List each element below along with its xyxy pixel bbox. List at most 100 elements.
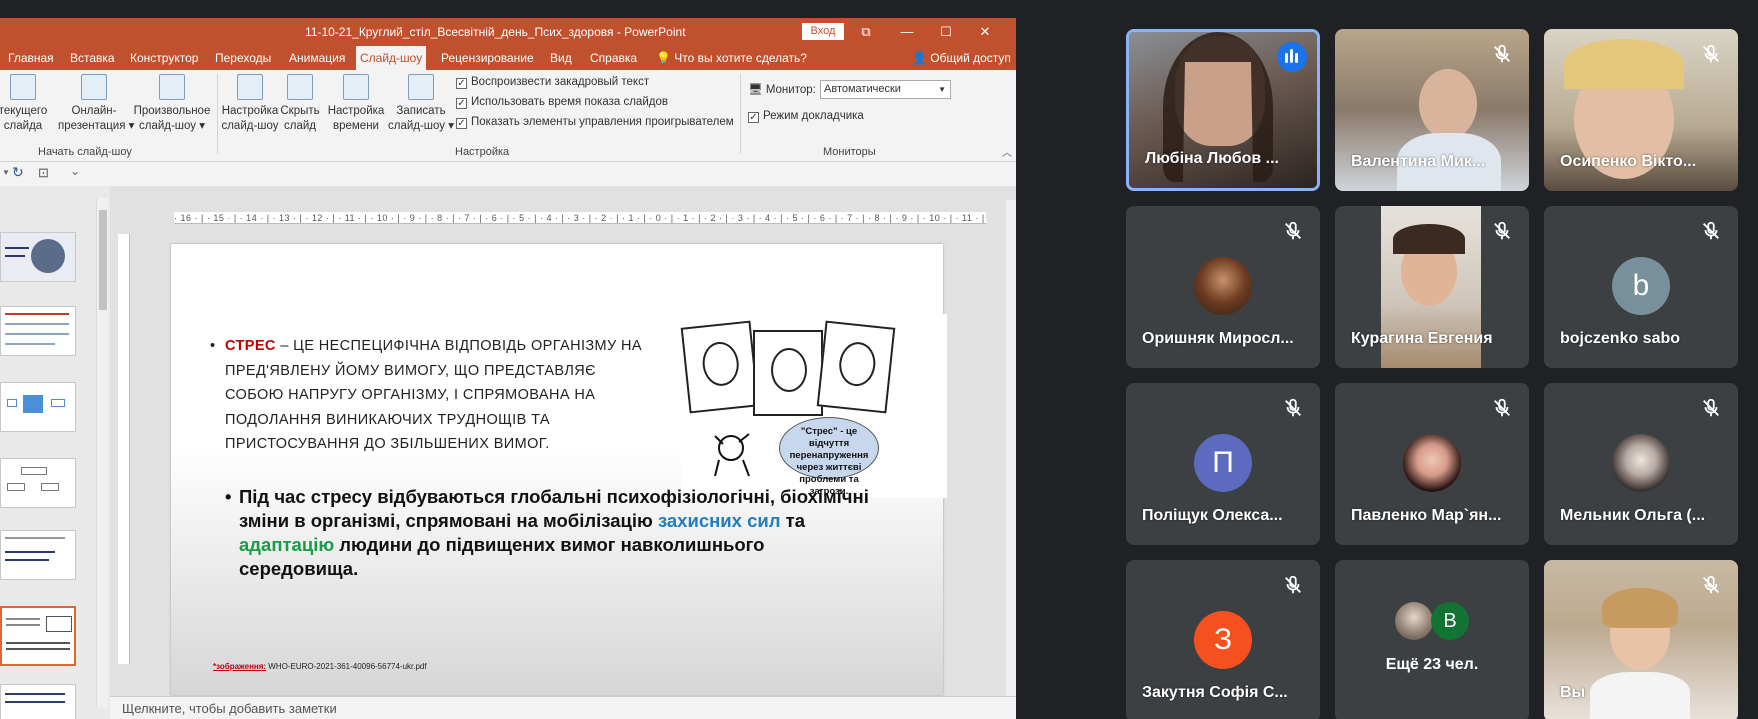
tell-me-search[interactable]: 💡 Что вы хотите сделать? (652, 46, 811, 70)
thumbnail-line (5, 559, 49, 561)
current-slide[interactable]: • СТРЕС – ЦЕ НЕСПЕЦИФІЧНА ВІДПОВІДЬ ОРГА… (171, 244, 947, 695)
notes-placeholder: Щелкните, чтобы добавить заметки (122, 701, 337, 716)
participant-tile[interactable]: З Закутня Софія С... (1126, 560, 1320, 719)
participant-name: Мельник Ольга (... (1560, 507, 1706, 524)
hide-slide-icon (287, 74, 313, 100)
mic-off-icon (1494, 398, 1510, 417)
tab-animations[interactable]: Анимация (285, 46, 349, 70)
record-slideshow-button[interactable]: Записать слайд-шоу ▾ (386, 74, 456, 134)
participant-tile[interactable]: Павленко Мар`ян... (1335, 383, 1529, 545)
lightbulb-icon: 💡 (656, 51, 671, 65)
rehearse-timings-button[interactable]: Настройка времени (326, 74, 386, 134)
participant-tile[interactable]: Валентина Мик... (1335, 29, 1529, 191)
thumbnail-line (5, 255, 25, 257)
mic-off-icon (1703, 398, 1719, 417)
participant-tile[interactable]: Любіна Любов ... (1126, 29, 1320, 191)
mic-off-icon (1494, 44, 1510, 63)
slide-thumbnail[interactable] (0, 530, 76, 580)
mic-off-icon (1703, 44, 1719, 63)
online-presentation-button[interactable]: Онлайн- презентация ▾ (58, 74, 134, 134)
more-participants-tile[interactable]: В Ещё 23 чел. (1335, 560, 1529, 719)
share-button[interactable]: 👤 Общий доступ (912, 46, 1011, 70)
signin-button[interactable]: Вход (802, 23, 844, 40)
stress-process-text: • Під час стресу відбуваються глобальні … (225, 485, 869, 581)
collapse-ribbon-icon[interactable]: ︿ (1002, 144, 1012, 159)
tell-me-label: Что вы хотите сделать? (674, 51, 807, 65)
participant-name: Любіна Любов ... (1145, 150, 1279, 167)
slide-thumbnail[interactable] (0, 382, 76, 432)
button-label-line1: текущего (0, 105, 48, 117)
ribbon-separator (740, 74, 741, 154)
checkbox-label: Показать элементы управления проигрывате… (471, 116, 734, 128)
slide-thumbnail[interactable] (0, 306, 76, 356)
participant-tile[interactable]: Курагина Евгения (1335, 206, 1529, 368)
button-label-line2: слайд (284, 120, 316, 132)
quick-access-toolbar: ▼ ↻ ⊡ ⌄ (0, 162, 1016, 186)
mic-off-icon (1703, 221, 1719, 240)
thumbnail-line (5, 693, 65, 695)
slide-thumbnail-selected[interactable] (0, 606, 76, 666)
notes-pane[interactable]: Щелкните, чтобы добавить заметки (110, 696, 1016, 719)
present-icon[interactable]: ⊡ (38, 165, 49, 181)
close-icon[interactable]: ✕ (975, 22, 995, 42)
participant-tile[interactable]: b bojczenko sabo (1544, 206, 1738, 368)
checkmark-icon: ✓ (748, 112, 759, 123)
customize-icon[interactable]: ⌄ (70, 164, 80, 178)
speech-bubble: "Стрес" - це відчуття перенапруження чер… (779, 417, 879, 497)
tab-slideshow[interactable]: Слайд-шоу (356, 46, 427, 70)
monitor-label: 🖥 Монитор: (748, 82, 816, 96)
custom-slideshow-button[interactable]: Произвольное слайд-шоу ▾ (132, 74, 212, 134)
stress-cartoon-image: "Стрес" - це відчуття перенапруження чер… (680, 314, 947, 498)
slide-thumbnail[interactable] (0, 458, 76, 508)
mic-off-icon (1494, 221, 1510, 240)
use-timings-checkbox[interactable]: ✓ Использовать время показа слайдов (456, 96, 668, 109)
participant-tile[interactable]: Оришняк Миросл... (1126, 206, 1320, 368)
from-current-slide-button[interactable]: текущего слайда (0, 74, 48, 134)
globe-icon (81, 74, 107, 100)
button-label-line1: Произвольное (133, 105, 211, 117)
tab-review[interactable]: Рецензирование (437, 46, 538, 70)
participant-video-hair (1393, 224, 1465, 254)
checkbox-label: Использовать время показа слайдов (471, 96, 668, 108)
thumbnail-line (5, 551, 55, 553)
play-narrations-checkbox[interactable]: ✓ Воспроизвести закадровый текст (456, 76, 649, 89)
thumbnail-line (6, 624, 40, 626)
dropdown-icon[interactable]: ▼ (2, 168, 10, 177)
tab-transitions[interactable]: Переходы (211, 46, 275, 70)
self-view-tile[interactable]: Вы (1544, 560, 1738, 719)
thumbnail-line (5, 343, 55, 345)
ribbon-display-options-icon[interactable]: ⧉ (856, 22, 876, 42)
participant-tile[interactable]: Осипенко Вікто... (1544, 29, 1738, 191)
tab-help[interactable]: Справка (586, 46, 641, 70)
button-label-line2: слайд-шоу (221, 120, 279, 132)
horizontal-ruler: · 16 · | · 15 · | · 14 · | · 13 · | · 12… (174, 212, 986, 224)
undo-icon[interactable]: ↻ (12, 164, 24, 181)
scrollbar-thumb[interactable] (99, 210, 107, 310)
setup-slideshow-button[interactable]: Настройка слайд-шоу (220, 74, 280, 134)
thumbnails-scrollbar[interactable] (96, 198, 108, 708)
group-label-monitors: Мониторы (823, 146, 876, 158)
presenter-view-checkbox[interactable]: ✓ Режим докладчика (748, 110, 864, 123)
monitor-select[interactable]: Автоматически ▼ (820, 80, 951, 99)
tab-home[interactable]: Главная (4, 46, 58, 70)
head-drawing (837, 340, 878, 388)
slide-thumbnail[interactable] (0, 684, 76, 719)
participant-tile[interactable]: П Поліщук Олекса... (1126, 383, 1320, 545)
stress-term: СТРЕС (225, 338, 276, 354)
setup-icon (237, 74, 263, 100)
mic-off-icon (1285, 398, 1301, 417)
maximize-icon[interactable]: ☐ (936, 22, 956, 42)
tab-design[interactable]: Конструктор (126, 46, 202, 70)
hide-slide-button[interactable]: Скрыть слайд (280, 74, 320, 134)
show-media-controls-checkbox[interactable]: ✓ Показать элементы управления проигрыват… (456, 116, 734, 129)
vertical-scrollbar[interactable] (1006, 200, 1016, 696)
slide-thumbnail[interactable] (0, 232, 76, 282)
tab-insert[interactable]: Вставка (66, 46, 119, 70)
button-label-line1: Онлайн- (71, 105, 117, 117)
participant-tile[interactable]: Мельник Ольга (... (1544, 383, 1738, 545)
minimize-icon[interactable]: — (897, 22, 917, 42)
button-label-line1: Настройка (327, 105, 385, 117)
group-label-start-slideshow: Начать слайд-шоу (38, 146, 132, 158)
button-label-line1: Настройка (221, 105, 279, 117)
tab-view[interactable]: Вид (546, 46, 576, 70)
